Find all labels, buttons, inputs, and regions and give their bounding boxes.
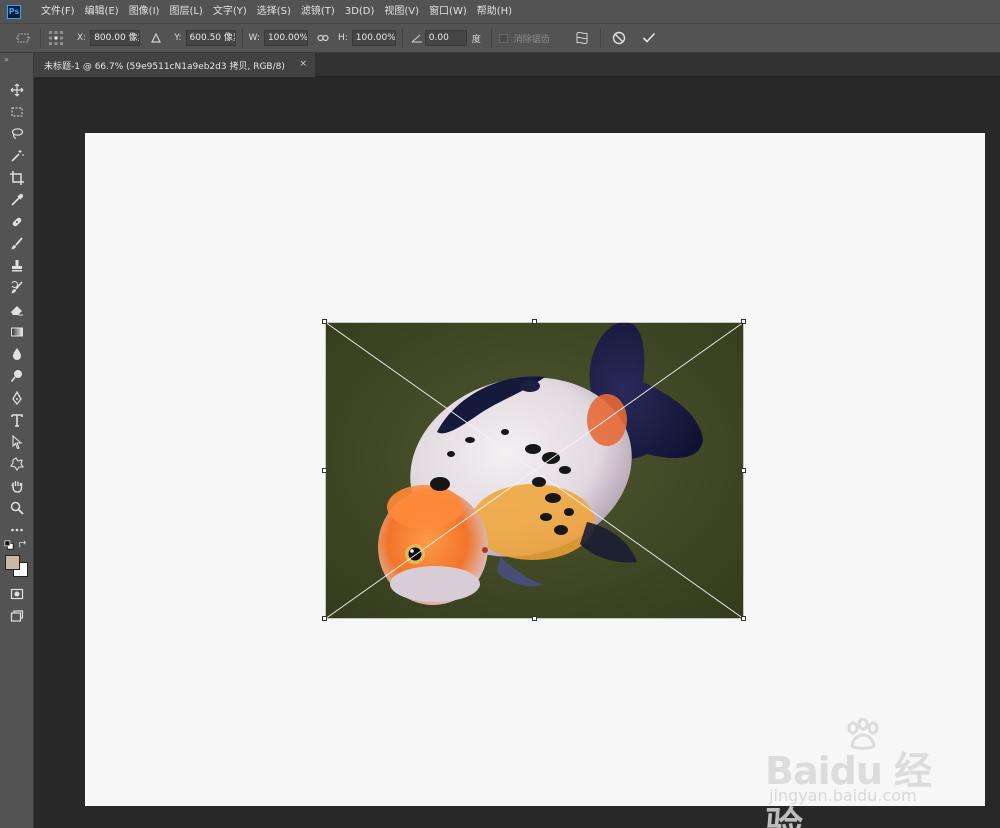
height-field[interactable]: 100.00%	[351, 30, 396, 46]
angle-unit: 度	[471, 34, 481, 45]
marquee-tool-icon[interactable]	[7, 103, 27, 121]
x-label: X:	[77, 33, 87, 43]
canvas-workspace[interactable]	[34, 77, 1000, 828]
quick-mask-icon[interactable]	[7, 585, 27, 603]
zoom-tool-icon[interactable]	[7, 499, 27, 517]
move-tool-icon[interactable]	[7, 81, 27, 99]
transform-handle-middle-left[interactable]	[322, 468, 327, 473]
dodge-tool-icon[interactable]	[7, 367, 27, 385]
warp-icon[interactable]	[570, 30, 594, 46]
transform-handle-bottom-center[interactable]	[532, 616, 537, 621]
transform-handle-middle-right[interactable]	[741, 468, 746, 473]
commit-transform-icon[interactable]	[637, 32, 661, 44]
divider	[490, 28, 492, 48]
close-tab-icon[interactable]: ×	[299, 59, 307, 69]
path-selection-tool-icon[interactable]	[7, 433, 27, 451]
eyedropper-tool-icon[interactable]	[7, 191, 27, 209]
y-label: Y:	[174, 33, 182, 43]
brush-tool-icon[interactable]	[7, 235, 27, 253]
menu-layer[interactable]: 图层(L)	[164, 0, 207, 23]
healing-brush-tool-icon[interactable]	[7, 213, 27, 231]
history-brush-tool-icon[interactable]	[7, 279, 27, 297]
cancel-transform-icon[interactable]	[607, 31, 631, 45]
foreground-color-swatch[interactable]	[5, 555, 20, 570]
watermark-url: jingyan.baidu.com	[769, 786, 917, 805]
eraser-tool-icon[interactable]	[7, 301, 27, 319]
checkbox-icon[interactable]	[498, 33, 510, 43]
magic-wand-tool-icon[interactable]	[7, 147, 27, 165]
rotation-angle-field[interactable]: 0.00	[424, 30, 467, 46]
divider	[241, 28, 243, 48]
tool-preset-icon[interactable]	[12, 32, 34, 44]
document-canvas[interactable]	[85, 133, 985, 806]
width-label: W:	[248, 33, 260, 43]
transform-handle-top-center[interactable]	[532, 319, 537, 324]
menu-filter[interactable]: 滤镜(T)	[296, 0, 340, 23]
transform-handle-top-right[interactable]	[741, 319, 746, 324]
baidu-watermark: Baidu 经验 jingyan.baidu.com	[765, 718, 955, 828]
screen-mode-icon[interactable]	[7, 607, 27, 625]
menu-image[interactable]: 图像(I)	[124, 0, 165, 23]
document-tab[interactable]: 未标题-1 @ 66.7% (59e9511cN1a9eb2d3 拷贝, RGB…	[34, 53, 315, 77]
hand-tool-icon[interactable]	[7, 477, 27, 495]
width-field[interactable]: 100.00%	[263, 30, 308, 46]
transform-handle-bottom-right[interactable]	[741, 616, 746, 621]
divider	[40, 28, 41, 48]
interpolation-label[interactable]: 消除锯齿	[514, 32, 550, 45]
photoshop-logo: Ps	[7, 4, 21, 19]
tools-panel: »	[0, 53, 34, 828]
default-colors-icon[interactable]	[3, 539, 15, 551]
y-position-field[interactable]: 600.50 像素	[185, 30, 236, 46]
pen-tool-icon[interactable]	[7, 389, 27, 407]
clone-stamp-tool-icon[interactable]	[7, 257, 27, 275]
type-tool-icon[interactable]	[7, 411, 27, 429]
crop-tool-icon[interactable]	[7, 169, 27, 187]
custom-shape-tool-icon[interactable]	[7, 455, 27, 473]
watermark-brand: Baidu 经验	[765, 749, 932, 828]
divider	[401, 28, 403, 48]
x-position-field[interactable]: 800.00 像素	[90, 30, 141, 46]
swap-colors-icon[interactable]	[17, 539, 29, 551]
free-transform-box[interactable]	[324, 321, 745, 620]
height-label: H:	[337, 33, 348, 43]
options-bar: X: 800.00 像素 Y: 600.50 像素 W: 100.00% H: …	[0, 23, 1000, 53]
lasso-tool-icon[interactable]	[7, 125, 27, 143]
reference-point-icon[interactable]	[47, 30, 65, 46]
menu-view[interactable]: 视图(V)	[379, 0, 424, 23]
menu-select[interactable]: 选择(S)	[252, 0, 296, 23]
menu-3d[interactable]: 3D(D)	[340, 0, 380, 23]
transform-handle-top-left[interactable]	[322, 319, 327, 324]
link-icon[interactable]	[312, 34, 334, 42]
menu-help[interactable]: 帮助(H)	[472, 0, 517, 23]
menu-edit[interactable]: 编辑(E)	[80, 0, 124, 23]
angle-icon	[409, 33, 425, 43]
transform-handle-bottom-left[interactable]	[322, 616, 327, 621]
menu-window[interactable]: 窗口(W)	[424, 0, 472, 23]
document-tab-bar: 未标题-1 @ 66.7% (59e9511cN1a9eb2d3 拷贝, RGB…	[34, 53, 1000, 77]
relative-position-icon[interactable]	[144, 33, 168, 43]
gradient-tool-icon[interactable]	[7, 323, 27, 341]
divider	[599, 28, 601, 48]
menu-type[interactable]: 文字(Y)	[208, 0, 252, 23]
menu-file[interactable]: 文件(F)	[36, 0, 80, 23]
document-tab-title: 未标题-1 @ 66.7% (59e9511cN1a9eb2d3 拷贝, RGB…	[44, 61, 285, 72]
blur-tool-icon[interactable]	[7, 345, 27, 363]
menu-bar: Ps 文件(F) 编辑(E) 图像(I) 图层(L) 文字(Y) 选择(S) 滤…	[0, 0, 1000, 23]
panel-collapse-icon[interactable]: »	[4, 55, 9, 64]
more-tools-icon[interactable]	[7, 521, 27, 539]
